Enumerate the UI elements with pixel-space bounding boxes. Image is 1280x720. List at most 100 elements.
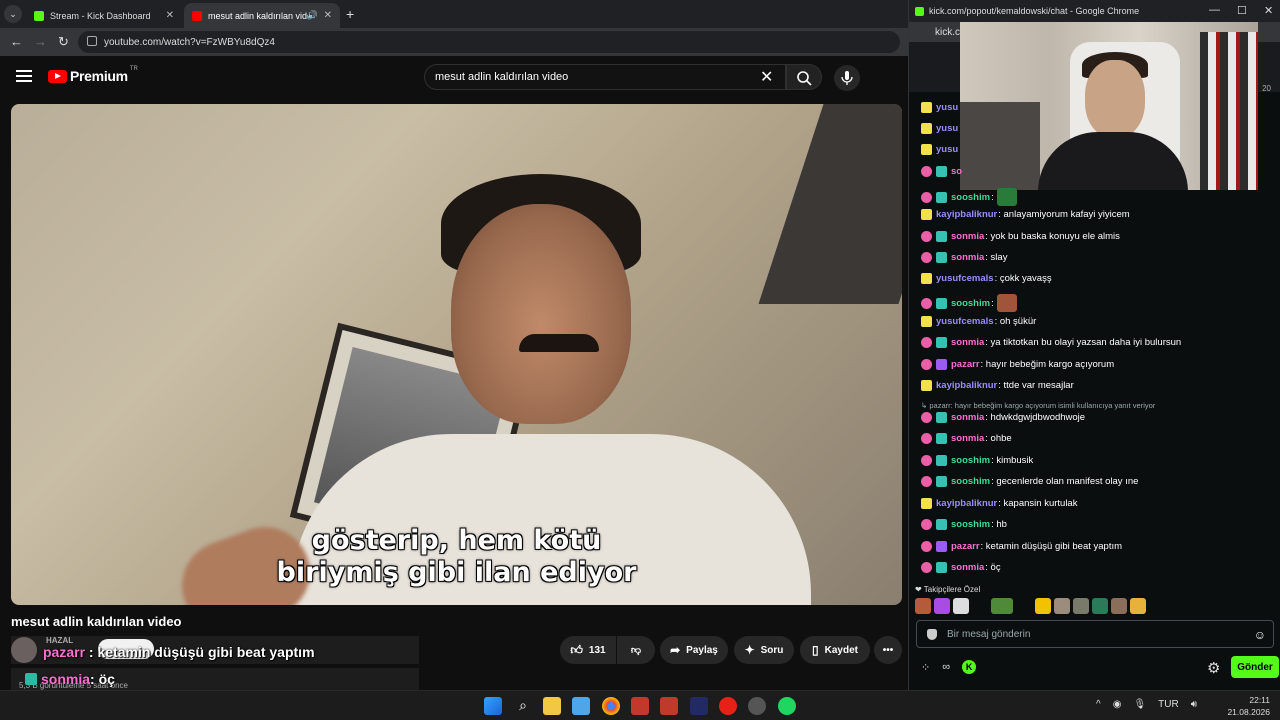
voice-search-button[interactable] (834, 65, 860, 91)
chat-message[interactable]: sonmia: ohbe (921, 433, 1012, 444)
chat-username[interactable]: yusu (936, 123, 958, 134)
emote-icon[interactable] (934, 598, 950, 614)
photos-icon[interactable] (572, 697, 590, 715)
chat-message-input[interactable]: Bir mesaj gönderin ☺ (916, 620, 1274, 648)
like-button[interactable]: 👍︎ 131 (560, 636, 616, 664)
chat-message[interactable]: yusu (921, 102, 959, 113)
chat-message[interactable]: sooshim: hb (921, 519, 1007, 530)
chat-message[interactable]: sonmia: yok bu baska konuyu ele almis (921, 231, 1120, 242)
chat-username[interactable]: sonmia (951, 433, 984, 444)
menu-icon[interactable] (16, 70, 32, 85)
chat-message[interactable]: yusufcemals: oh şükür (921, 316, 1036, 327)
chat-username[interactable]: so (951, 166, 962, 177)
chat-username[interactable]: yusu (936, 144, 958, 155)
search-button[interactable] (786, 64, 822, 90)
search-input[interactable]: mesut adlin kaldırılan video (424, 64, 786, 90)
chat-message[interactable]: kayipbaliknur: kapansin kurtulak (921, 498, 1077, 509)
ask-button[interactable]: ✦ Soru (734, 636, 794, 664)
minimize-icon[interactable]: — (1209, 4, 1220, 16)
chat-message[interactable]: sooshim: (921, 294, 1017, 312)
chat-message[interactable]: sooshim: (921, 188, 1017, 206)
chat-message[interactable]: sonmia: ya tiktotkan bu olayi yazsan dah… (921, 337, 1181, 348)
users-icon[interactable]: ⁘ (921, 661, 930, 674)
emote-icon[interactable] (991, 598, 1013, 614)
emote-icon[interactable] (1035, 598, 1051, 614)
chat-message[interactable]: so (921, 166, 963, 177)
chat-message[interactable]: pazarr: hayır bebeğim kargo açıyorum (921, 359, 1114, 370)
chat-username[interactable]: sonmia (951, 252, 984, 263)
chat-username[interactable]: yusufcemals (936, 316, 994, 327)
search-icon[interactable]: ⌕ (514, 697, 532, 715)
chat-username[interactable]: sonmia (951, 337, 984, 348)
video-player[interactable]: gösterip, hem kötü biriymiş gibi ilan ed… (11, 104, 902, 605)
chat-message[interactable]: sooshim: kimbusik (921, 455, 1033, 466)
send-button[interactable]: Gönder (1231, 656, 1279, 678)
emote-icon[interactable] (1073, 598, 1089, 614)
reload-icon[interactable]: ↻ (58, 34, 69, 50)
gear-icon[interactable]: ⚙ (1207, 659, 1220, 677)
chat-username[interactable]: sooshim (951, 192, 990, 203)
emote-icon[interactable] (1016, 598, 1032, 614)
chrome-icon[interactable] (602, 697, 620, 715)
chat-username[interactable]: sooshim (951, 298, 990, 309)
chat-username[interactable]: kayipbaliknur (936, 380, 997, 391)
discord-icon[interactable]: ◉ (1113, 699, 1122, 710)
youtube-premium-logo[interactable]: Premium TR (48, 66, 138, 84)
chat-username[interactable]: sooshim (951, 519, 990, 530)
app-icon[interactable] (748, 697, 766, 715)
youtube-music-icon[interactable] (719, 697, 737, 715)
close-window-icon[interactable]: ✕ (1264, 4, 1273, 17)
volume-icon[interactable]: 🔊︎ (1191, 699, 1197, 710)
chat-username[interactable]: sonmia (951, 231, 984, 242)
chat-message[interactable]: sonmia: hdwkdgwjdbwodhwoje (921, 412, 1085, 423)
kick-points-icon[interactable]: K (962, 660, 977, 674)
emote-icon[interactable] (1092, 598, 1108, 614)
spotify-icon[interactable] (778, 697, 796, 715)
input-language[interactable]: TUR (1158, 699, 1179, 710)
save-button[interactable]: ▯ Kaydet (800, 636, 870, 664)
infinity-icon[interactable]: ∞ (942, 661, 950, 673)
site-info-icon[interactable] (87, 36, 97, 46)
video-app-icon[interactable] (660, 697, 678, 715)
emote-icon[interactable] (972, 598, 988, 614)
emote-icon[interactable] (915, 598, 931, 614)
more-actions-button[interactable]: ••• (874, 636, 902, 664)
chat-message[interactable]: sonmia: öç (921, 562, 1001, 573)
emoji-picker-icon[interactable]: ☺ (1254, 628, 1266, 642)
windows-start-icon[interactable] (484, 697, 502, 715)
chat-message[interactable]: kayipbaliknur: ttde var mesajlar (921, 380, 1074, 391)
chat-message[interactable]: pazarr: ketamin düşüşü gibi beat yaptım (921, 541, 1122, 552)
close-tab-icon[interactable]: ✕ (324, 10, 332, 21)
emote-icon[interactable] (1111, 598, 1127, 614)
microphone-icon[interactable]: 🎙︎ (1133, 699, 1146, 710)
tab-search-button[interactable]: ⌄ (4, 5, 22, 23)
url-field[interactable]: youtube.com/watch?v=FzWBYu8dQz4 (78, 31, 900, 53)
emote-icon[interactable] (1054, 598, 1070, 614)
audio-playing-icon[interactable]: 🔊 (307, 10, 318, 21)
clear-search-icon[interactable]: ✕ (760, 67, 773, 87)
back-icon[interactable]: ← (10, 34, 23, 49)
forward-icon[interactable]: → (34, 34, 47, 49)
chat-message[interactable]: yusu (921, 123, 959, 134)
system-clock[interactable]: 22:11 21.08.2026 (1226, 694, 1270, 718)
tab-kick-dashboard[interactable]: Stream - Kick Dashboard ✕ (26, 3, 182, 28)
chat-message[interactable]: sonmia: slay (921, 252, 1007, 263)
new-tab-button[interactable]: + (346, 6, 354, 22)
close-tab-icon[interactable]: ✕ (166, 10, 174, 21)
chat-username[interactable]: yusu (936, 102, 958, 113)
chat-username[interactable]: sooshim (951, 455, 990, 466)
emote-icon[interactable] (953, 598, 969, 614)
chat-message[interactable]: sooshim: gecenlerde olan manifest olay ı… (921, 476, 1138, 487)
chat-username[interactable]: sonmia (951, 412, 984, 423)
dislike-button[interactable]: 👎︎ (617, 636, 655, 664)
video-app-icon[interactable] (631, 697, 649, 715)
app-icon[interactable] (690, 697, 708, 715)
chevron-up-icon[interactable]: ^ (1096, 699, 1101, 710)
maximize-icon[interactable]: ☐ (1237, 4, 1247, 17)
share-button[interactable]: ➦ Paylaş (660, 636, 728, 664)
chat-username[interactable]: sooshim (951, 476, 990, 487)
chat-message[interactable]: yusu (921, 144, 959, 155)
chat-username[interactable]: sonmia (951, 562, 984, 573)
chat-username[interactable]: kayipbaliknur (936, 498, 997, 509)
file-explorer-icon[interactable] (543, 697, 561, 715)
